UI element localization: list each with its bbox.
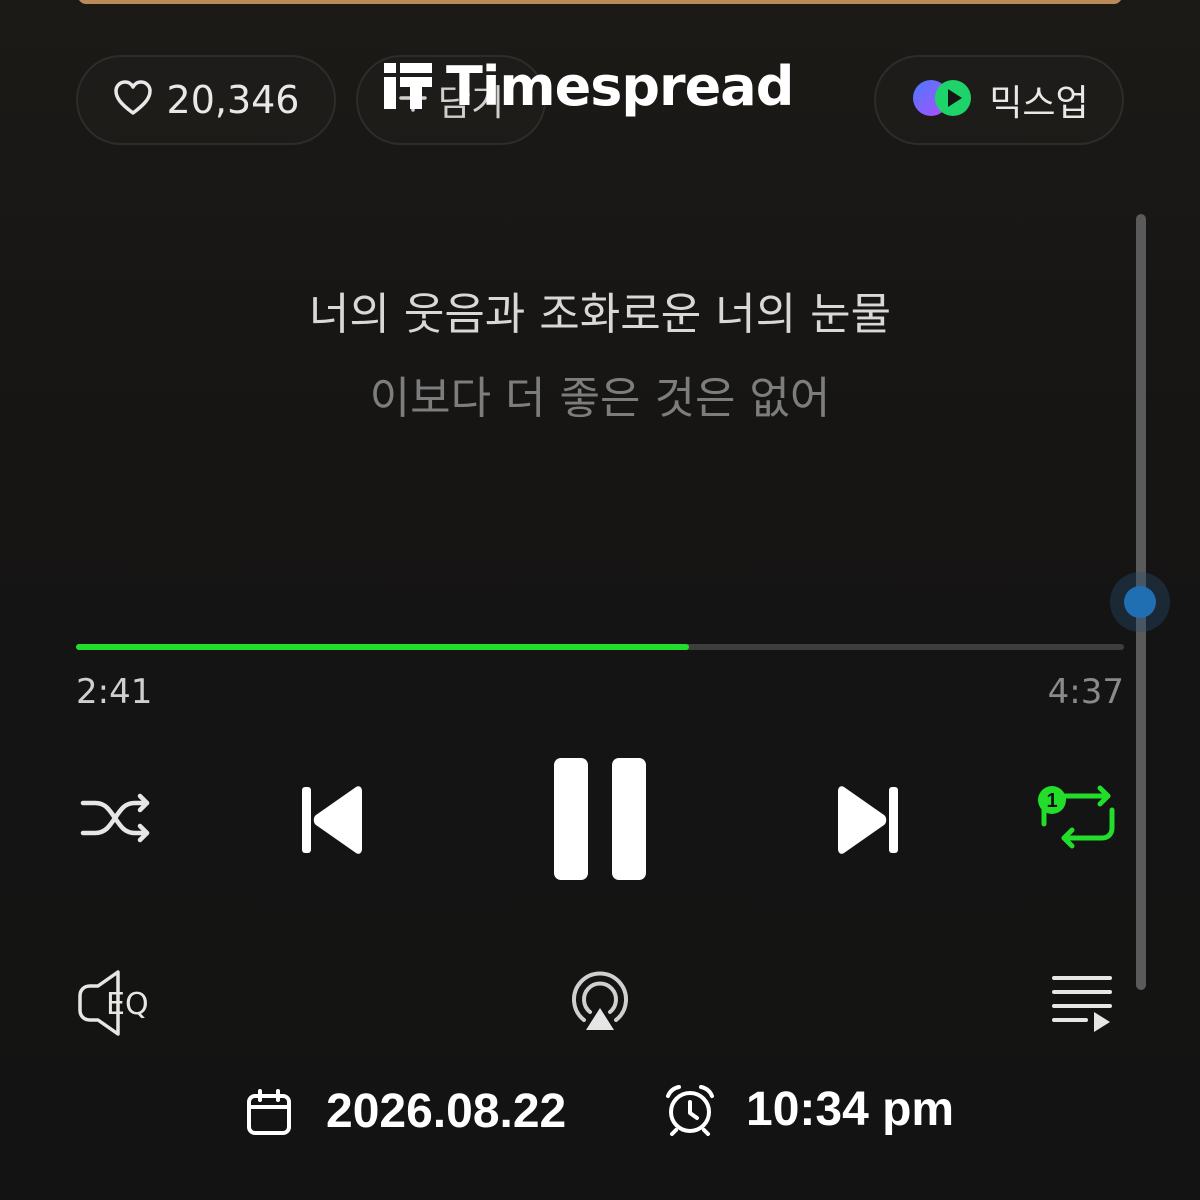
date-group: 2026.08.22 xyxy=(246,1084,566,1139)
next-button[interactable] xyxy=(832,782,904,858)
scrollbar-thumb[interactable] xyxy=(1110,572,1170,632)
timespread-logo-icon xyxy=(384,63,432,109)
repeat-badge: 1 xyxy=(1046,790,1057,812)
pause-button[interactable] xyxy=(552,756,648,882)
footer-time: 10:34 pm xyxy=(746,1083,955,1136)
footer-date: 2026.08.22 xyxy=(326,1085,567,1138)
repeat-one-icon: 1 xyxy=(1038,785,1115,849)
timespread-watermark: Timespread xyxy=(384,54,794,118)
pause-icon xyxy=(554,758,646,880)
airplay-icon xyxy=(572,971,628,1030)
next-icon xyxy=(838,786,898,854)
previous-button[interactable] xyxy=(296,782,368,858)
shuffle-icon xyxy=(80,793,150,843)
mixup-icon xyxy=(909,76,979,124)
total-time: 4:37 xyxy=(1047,672,1124,712)
album-art-edge xyxy=(78,0,1122,4)
calendar-icon xyxy=(247,1088,291,1135)
playlist-button[interactable] xyxy=(1050,972,1114,1034)
shuffle-button[interactable] xyxy=(76,786,156,850)
airplay-button[interactable] xyxy=(564,968,636,1034)
mixup-label: 믹스업 xyxy=(989,83,1089,124)
lyric-current-line[interactable]: 너의 웃음과 조화로운 너의 눈물 xyxy=(0,278,1200,342)
previous-icon xyxy=(302,786,362,854)
watermark-text: Timespread xyxy=(446,54,794,118)
alarm-clock-icon xyxy=(666,1084,714,1136)
repeat-one-button[interactable]: 1 xyxy=(1034,782,1120,852)
timestamp-footer: 2026.08.22 10:34 pm xyxy=(0,1078,1200,1142)
equalizer-button[interactable]: EQ xyxy=(76,968,168,1038)
heart-icon xyxy=(113,80,153,120)
player-screen: 20,346 담기 믹스업 Timespread 너의 웃음과 조화로운 너의 … xyxy=(0,0,1200,1200)
time-group: 10:34 pm xyxy=(664,1082,954,1137)
progress-fill xyxy=(76,644,690,650)
scrollbar-thumb-dot xyxy=(1124,586,1156,618)
mixup-button[interactable]: 믹스업 xyxy=(874,55,1124,145)
like-count: 20,346 xyxy=(166,78,300,122)
progress-bar[interactable] xyxy=(76,644,1124,650)
lyric-next-line[interactable]: 이보다 더 좋은 것은 없어 xyxy=(0,362,1200,426)
playlist-icon xyxy=(1052,976,1112,1032)
equalizer-icon: EQ xyxy=(78,970,149,1036)
like-button[interactable]: 20,346 xyxy=(76,55,336,145)
eq-label: EQ xyxy=(106,987,149,1022)
elapsed-time: 2:41 xyxy=(76,672,153,712)
